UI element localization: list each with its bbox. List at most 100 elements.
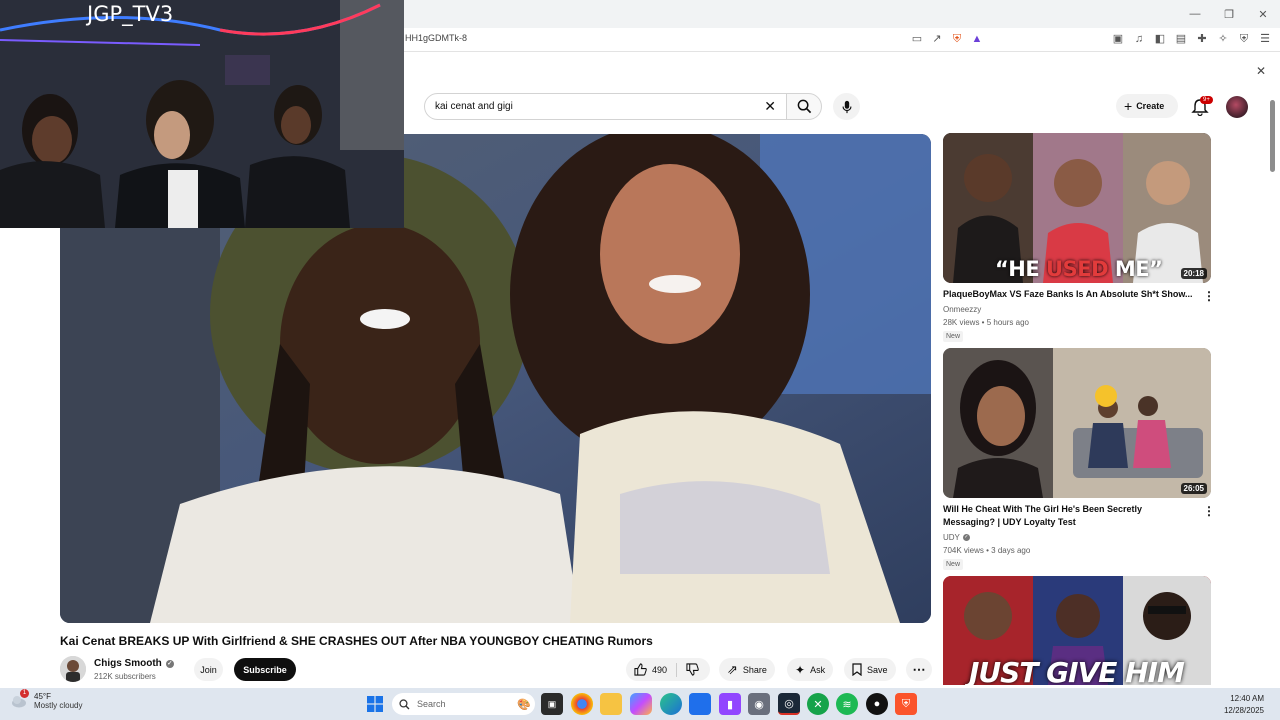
account-avatar[interactable]: [1226, 96, 1248, 118]
brave-icon[interactable]: ⛨: [895, 693, 917, 715]
system-clock[interactable]: 12:40 AM 12/28/2025: [1224, 693, 1264, 717]
recommendation-title[interactable]: PlaqueBoyMax VS Faze Banks Is An Absolut…: [943, 288, 1193, 301]
window-controls: — ❐ ✕: [1178, 0, 1280, 28]
recommendation-channel[interactable]: Onmeezzy: [943, 305, 981, 314]
weather-widget[interactable]: 1 45°F Mostly cloudy: [10, 689, 83, 710]
thumbnail-image: [943, 348, 1211, 498]
url-text[interactable]: HH1gGDMTk-8: [405, 33, 467, 43]
close-panel-icon[interactable]: ✕: [1256, 64, 1266, 78]
streamer-label: JGP_TV3: [87, 2, 174, 26]
file-explorer-icon[interactable]: [600, 693, 622, 715]
save-label: Save: [867, 664, 888, 675]
chrome-icon[interactable]: [571, 693, 593, 715]
search-icon: [797, 99, 811, 114]
menu-icon[interactable]: ☰: [1258, 32, 1272, 46]
minimize-button[interactable]: —: [1178, 0, 1212, 28]
more-icon[interactable]: ⋮: [1203, 504, 1215, 518]
sparkle-icon: ✦: [795, 662, 806, 677]
music-icon[interactable]: ♫: [1132, 32, 1146, 46]
new-badge: New: [943, 331, 964, 342]
taskbar-search-placeholder: Search: [417, 699, 446, 709]
join-button[interactable]: Join: [194, 658, 223, 681]
weather-alert-badge: 1: [20, 689, 29, 698]
store-icon[interactable]: [689, 693, 711, 715]
share-button[interactable]: ⇗ Share: [719, 658, 775, 681]
create-label: Create: [1136, 101, 1165, 111]
clock-time: 12:40 AM: [1230, 694, 1264, 703]
twitch-icon[interactable]: ▮: [719, 693, 741, 715]
scrollbar-thumb[interactable]: [1270, 100, 1275, 172]
taskbar-search[interactable]: Search 🎨: [392, 693, 535, 715]
more-actions-button[interactable]: ⋯: [906, 658, 932, 681]
recommendation-title[interactable]: Will He Cheat With The Girl He's Been Se…: [943, 503, 1193, 529]
verified-icon: ✓: [962, 534, 970, 541]
caption-part-1: “HE: [995, 257, 1047, 281]
address-bar[interactable]: HH1gGDMTk-8 ▭ ↗ ⛨ ▲ ▣ ♫ ◧ ▤ ✚ ✧ ⛨ ☰: [400, 28, 1280, 52]
copilot-icon[interactable]: [630, 693, 652, 715]
edge-icon[interactable]: [660, 693, 682, 715]
like-count: 490: [652, 664, 668, 675]
rewards-icon[interactable]: ▲: [970, 32, 984, 46]
steam-icon[interactable]: ◎: [778, 693, 800, 715]
close-window-button[interactable]: ✕: [1246, 0, 1280, 28]
weather-description: Mostly cloudy: [34, 701, 83, 710]
recommendation-thumbnail[interactable]: JUST GIVE HIM: [943, 576, 1211, 685]
search-input[interactable]: kai cenat and gigi ✕: [424, 93, 787, 120]
taskbar: 1 45°F Mostly cloudy Search 🎨 ▣ ▮ ◉ ◎ ✕ …: [0, 688, 1280, 720]
recommendation-card[interactable]: JUST GIVE HIM: [943, 576, 1211, 685]
share-page-icon[interactable]: ↗: [930, 32, 944, 46]
xbox-icon[interactable]: ✕: [807, 693, 829, 715]
search-icon: [399, 698, 410, 709]
cast-icon[interactable]: ▭: [910, 32, 924, 46]
channel-name-text[interactable]: Chigs Smooth: [94, 658, 162, 669]
start-button[interactable]: [364, 693, 386, 715]
webcam-scene: [0, 0, 404, 228]
reader-mode-icon[interactable]: ▣: [1111, 32, 1125, 46]
video-title: Kai Cenat BREAKS UP With Girlfriend & SH…: [60, 634, 653, 648]
wallet-icon[interactable]: ▤: [1174, 32, 1188, 46]
restore-button[interactable]: ❐: [1212, 0, 1246, 28]
channel-name[interactable]: Chigs Smooth ✓: [94, 658, 174, 669]
like-button[interactable]: 490: [634, 663, 667, 676]
recommendation-card[interactable]: “HE USED ME” 20:18 PlaqueBoyMax VS Faze …: [943, 133, 1215, 342]
recommendation-channel-row: UDY ✓: [943, 533, 970, 542]
search-button[interactable]: [786, 93, 822, 120]
mic-icon: [841, 100, 852, 113]
vpn-icon[interactable]: ⛨: [1237, 32, 1251, 46]
voice-search-button[interactable]: [833, 93, 860, 120]
recommendation-thumbnail[interactable]: 26:05: [943, 348, 1211, 498]
recommendation-thumbnail[interactable]: “HE USED ME” 20:18: [943, 133, 1211, 283]
page-scrollbar[interactable]: [1268, 92, 1276, 682]
subscriber-count: 212K subscribers: [94, 672, 156, 681]
create-button[interactable]: + Create: [1116, 94, 1178, 118]
ask-button[interactable]: ✦ Ask: [787, 658, 834, 681]
thumbnail-caption: “HE USED ME”: [995, 257, 1163, 281]
spotify-icon[interactable]: ≋: [836, 693, 858, 715]
task-view-icon[interactable]: ▣: [541, 693, 563, 715]
browser-toolbar: ▣ ♫ ◧ ▤ ✚ ✧ ⛨ ☰: [1111, 32, 1272, 46]
search-highlight-icon: 🎨: [517, 698, 531, 711]
more-icon: ⋯: [912, 661, 926, 677]
sidebar-icon[interactable]: ◧: [1153, 32, 1167, 46]
share-icon: ⇗: [727, 661, 738, 677]
search-query[interactable]: kai cenat and gigi: [435, 101, 513, 112]
address-bar-icons: ▭ ↗ ⛨ ▲: [910, 32, 984, 46]
verified-icon: ✓: [165, 659, 174, 668]
recommendation-card[interactable]: 26:05 Will He Cheat With The Girl He's B…: [943, 348, 1215, 570]
channel-avatar[interactable]: [60, 656, 86, 682]
app-icon[interactable]: ●: [866, 693, 888, 715]
share-label: Share: [742, 664, 767, 675]
video-duration: 26:05: [1180, 483, 1207, 494]
ask-label: Ask: [810, 664, 826, 675]
controller-icon[interactable]: ◉: [748, 693, 770, 715]
save-button[interactable]: Save: [844, 658, 896, 681]
ai-icon[interactable]: ✧: [1216, 32, 1230, 46]
subscribe-button[interactable]: Subscribe: [234, 658, 296, 681]
more-icon[interactable]: ⋮: [1203, 289, 1215, 303]
clear-icon[interactable]: ✕: [764, 98, 776, 115]
recommendation-meta: 28K views • 5 hours ago: [943, 318, 1029, 327]
brave-shield-icon[interactable]: ⛨: [950, 32, 964, 46]
dislike-icon[interactable]: [686, 663, 699, 676]
extensions-icon[interactable]: ✚: [1195, 32, 1209, 46]
recommendation-channel[interactable]: UDY: [943, 533, 960, 542]
